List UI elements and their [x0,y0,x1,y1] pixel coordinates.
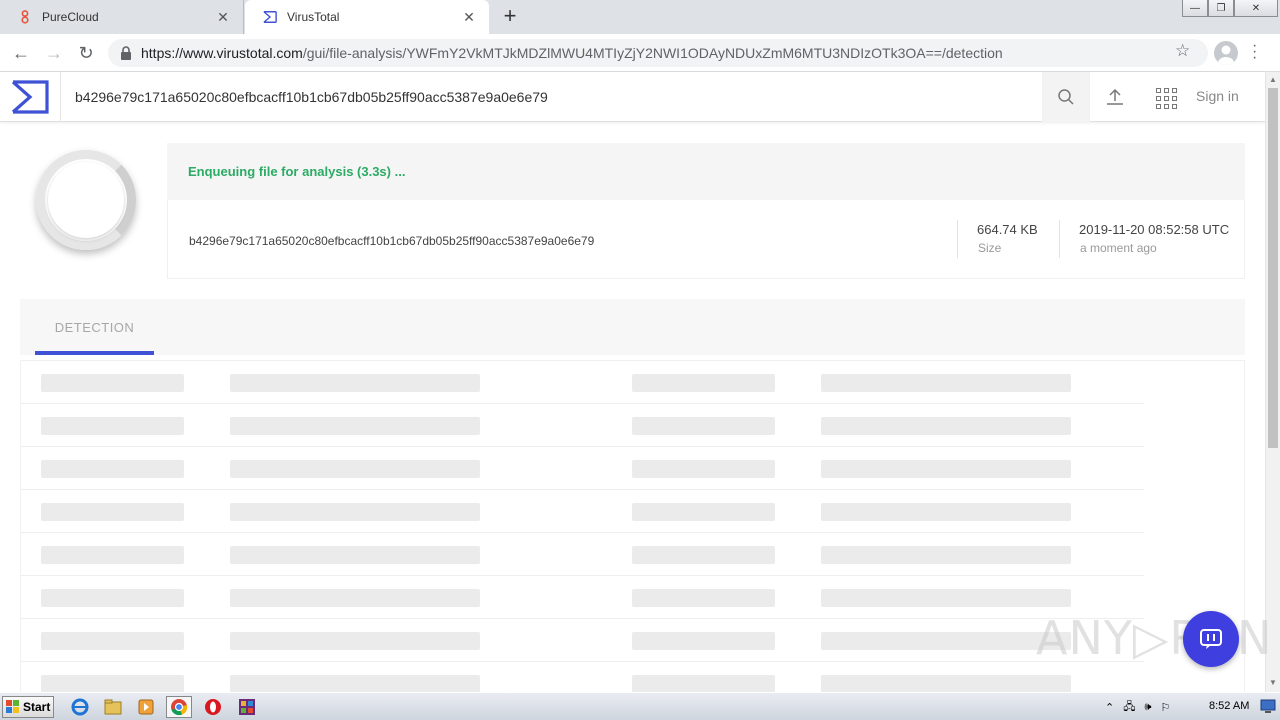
browser-toolbar: ← → ↻ https://www.virustotal.com/gui/fil… [0,34,1280,72]
start-button[interactable]: Start [2,696,54,718]
media-player-icon[interactable] [133,696,159,718]
analysis-date-label: a moment ago [1080,241,1157,255]
divider [957,220,958,258]
tab-virustotal[interactable]: VirusTotal ✕ [245,0,489,34]
network-icon[interactable]: 🖧 [1123,698,1135,717]
tab-title: VirusTotal [287,10,340,24]
archive-app-icon[interactable] [234,696,260,718]
new-tab-button[interactable]: + [498,5,522,29]
file-size-value: 664.74 KB [977,222,1038,237]
tray-expand-icon[interactable]: ⌃ [1105,701,1114,714]
divider [1059,220,1060,258]
file-size-label: Size [978,241,1002,255]
table-row [21,533,1144,576]
chat-icon [1200,629,1222,649]
file-info-bar: b4296e79c171a65020c80efbcacff10b1cb67db0… [167,200,1245,279]
window-controls: — ❐ ✕ [1182,0,1278,18]
analysis-progress-spinner [36,150,136,250]
tab-purecloud[interactable]: PureCloud ✕ [0,0,244,34]
scroll-down-icon[interactable]: ▼ [1269,678,1277,687]
system-tray: ⌃ 🖧 🕪 ⚐ [1105,696,1179,718]
tab-title: PureCloud [42,10,99,24]
close-window-icon[interactable]: ✕ [1234,0,1278,17]
table-row [21,619,1144,662]
active-tab-indicator [35,351,154,355]
analysis-status-bar: Enqueuing file for analysis (3.3s) ... [167,143,1245,200]
sign-in-link[interactable]: Sign in [1196,88,1239,104]
scrollbar-thumb[interactable] [1268,88,1278,448]
purecloud-icon [18,10,32,24]
result-tabs: DETECTION [20,299,1245,355]
profile-avatar-icon[interactable] [1214,41,1238,65]
scroll-up-icon[interactable]: ▲ [1269,75,1277,84]
tab-detection-label: DETECTION [54,319,135,335]
table-row [21,490,1144,533]
minimize-icon[interactable]: — [1182,0,1208,17]
back-icon[interactable]: ← [10,42,32,64]
search-input[interactable]: b4296e79c171a65020c80efbcacff10b1cb67db0… [60,72,1042,122]
menu-kebab-icon[interactable]: · · · [1252,38,1257,66]
search-button[interactable] [1042,72,1090,122]
reload-icon[interactable]: ↻ [75,42,97,64]
apps-grid-icon[interactable] [1154,86,1177,109]
tab-detection[interactable]: DETECTION [35,299,154,355]
page-scrollbar[interactable]: ▲ ▼ [1265,72,1280,692]
chrome-taskbar-icon[interactable] [166,696,192,718]
url-text: https://www.virustotal.com/gui/file-anal… [141,45,1003,61]
windows-taskbar: Start ⌃ 🖧 🕪 ⚐ 8:52 AM [0,692,1280,720]
table-row [21,361,1144,404]
upload-button[interactable] [1100,85,1130,109]
virustotal-logo-icon[interactable] [10,80,50,114]
windows-logo-icon [6,700,19,713]
show-desktop-icon[interactable] [1259,697,1277,715]
table-row [21,576,1144,619]
virustotal-icon [263,10,277,24]
address-bar[interactable]: https://www.virustotal.com/gui/file-anal… [108,39,1208,67]
upload-icon [1107,88,1123,105]
start-label: Start [23,700,51,714]
close-icon[interactable]: ✕ [215,9,231,25]
table-row [21,404,1144,447]
table-row [21,447,1144,490]
table-row [21,662,1144,692]
bookmark-star-icon[interactable]: ☆ [1175,41,1190,61]
file-explorer-icon[interactable] [100,696,126,718]
vt-header: b4296e79c171a65020c80efbcacff10b1cb67db0… [0,72,1265,122]
search-value: b4296e79c171a65020c80efbcacff10b1cb67db0… [75,89,548,105]
close-icon[interactable]: ✕ [461,9,477,25]
analysis-status-text: Enqueuing file for analysis (3.3s) ... [188,164,406,179]
chat-button[interactable] [1183,611,1239,667]
forward-icon[interactable]: → [43,42,65,64]
search-icon [1058,89,1074,105]
tab-strip: PureCloud ✕ VirusTotal ✕ + — ❐ ✕ [0,0,1280,34]
internet-explorer-icon[interactable] [67,696,93,718]
restore-icon[interactable]: ❐ [1208,0,1234,17]
taskbar-clock[interactable]: 8:52 AM [1209,700,1249,712]
analysis-date-value: 2019-11-20 08:52:58 UTC [1079,222,1230,237]
lock-icon [121,46,131,60]
opera-icon[interactable] [200,696,226,718]
file-hash: b4296e79c171a65020c80efbcacff10b1cb67db0… [189,234,595,248]
action-center-flag-icon[interactable]: ⚐ [1160,701,1170,714]
volume-icon[interactable]: 🕪 [1144,701,1151,714]
